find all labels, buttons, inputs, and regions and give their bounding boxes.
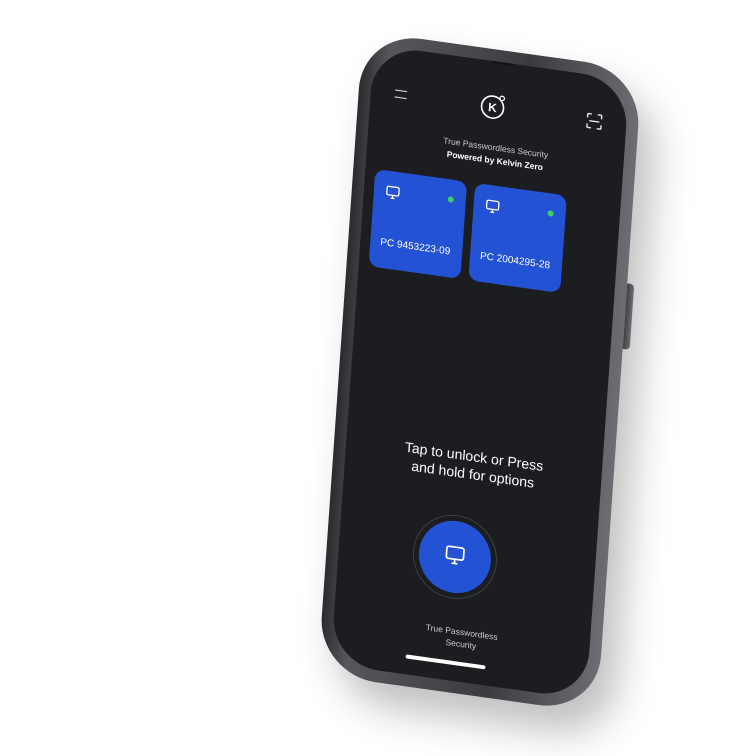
monitor-icon (385, 184, 400, 200)
device-card-pc-1[interactable]: PC 9453223-09 (368, 168, 468, 280)
phone-device: K True Passwordless Security Powered by … (317, 30, 643, 714)
speaker-slot (491, 59, 514, 66)
kelvin-zero-logo-icon: K (478, 89, 510, 123)
monitor-icon (485, 198, 500, 214)
unlock-caption: True Passwordless Security (373, 614, 550, 662)
online-status-dot (447, 196, 455, 203)
scan-icon[interactable] (586, 112, 603, 130)
device-label: PC 2004295-28 (479, 250, 551, 272)
device-card-pc-2[interactable]: PC 2004295-28 (468, 182, 567, 293)
online-status-dot (547, 210, 554, 217)
phone-side-button (622, 283, 635, 350)
phone-screen: K True Passwordless Security Powered by … (330, 44, 630, 700)
device-label: PC 9453223-09 (379, 236, 451, 258)
stage: K True Passwordless Security Powered by … (0, 0, 750, 756)
unlock-prompt: Tap to unlock or Press and hold for opti… (364, 432, 582, 498)
logo-letter: K (488, 100, 498, 115)
home-indicator[interactable] (405, 654, 486, 670)
monitor-icon (444, 543, 466, 571)
menu-icon[interactable] (394, 89, 408, 100)
